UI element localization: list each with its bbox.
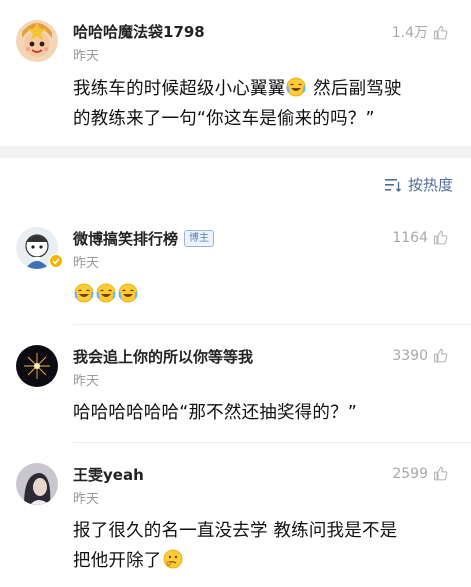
thumb-up-icon — [433, 348, 448, 363]
avatar[interactable] — [16, 345, 58, 387]
like-button[interactable]: 2599 — [392, 465, 449, 482]
comment-text — [73, 280, 453, 310]
like-count: 3390 — [392, 347, 428, 364]
timestamp: 昨天 — [73, 374, 100, 389]
timestamp: 昨天 — [73, 492, 100, 507]
like-count: 1.4万 — [391, 25, 428, 41]
comment-text: 报了很久的名一直没去学 教练问我是不是 把他开除了 — [73, 516, 453, 576]
like-button[interactable]: 3390 — [392, 347, 449, 364]
sort-lines-icon — [384, 178, 401, 192]
comment-item: 我会追上你的所以你等等我 昨天 3390 哈哈哈哈哈哈“那不然还抽奖得的？” — [0, 325, 471, 443]
like-count: 2599 — [392, 465, 428, 482]
like-button[interactable]: 1164 — [392, 229, 449, 246]
laugh-cry-emoji-icon — [74, 283, 94, 303]
username-text[interactable]: 哈哈哈魔法袋1798 — [73, 21, 205, 42]
avatar[interactable] — [16, 463, 58, 505]
laugh-cry-emoji-icon — [96, 283, 116, 303]
thumb-up-icon — [433, 466, 448, 481]
laugh-cry-emoji-icon — [118, 283, 138, 303]
timestamp: 昨天 — [73, 256, 100, 271]
verified-badge-icon — [49, 254, 63, 268]
like-count: 1164 — [392, 229, 428, 246]
blogger-badge: 博主 — [184, 230, 215, 247]
thinking-emoji-icon — [163, 549, 182, 569]
sort-bar: 按热度 — [0, 158, 471, 212]
avatar[interactable] — [16, 20, 58, 62]
username[interactable]: 王雯yeah — [73, 464, 144, 485]
comment-item: 微博搞笑排行榜 博主 昨天 1164 — [0, 212, 471, 325]
comment-text: 哈哈哈哈哈哈“那不然还抽奖得的？” — [73, 403, 358, 423]
section-divider — [0, 146, 471, 158]
username-text[interactable]: 王雯yeah — [73, 464, 144, 485]
username[interactable]: 哈哈哈魔法袋1798 — [73, 21, 205, 42]
username-text[interactable]: 我会追上你的所以你等等我 — [73, 346, 253, 367]
sort-by-hot-button[interactable]: 按热度 — [384, 174, 453, 195]
post-text: 我练车的时候超级小心翼翼 然后副驾驶 的教练来了一句“你这车是偷来的吗？” — [73, 74, 453, 134]
thumb-up-icon — [433, 25, 448, 39]
like-button[interactable]: 1.4万 — [392, 22, 449, 42]
comment-text-line2: 把他开除了 — [73, 551, 162, 571]
username[interactable]: 我会追上你的所以你等等我 — [73, 346, 253, 367]
comment-text-line1: 报了很久的名一直没去学 教练问我是不是 — [73, 521, 398, 541]
laugh-cry-emoji-icon — [287, 77, 306, 97]
post-text-line1-tail: 然后副驾驶 — [307, 79, 402, 99]
username-text[interactable]: 微博搞笑排行榜 — [73, 228, 178, 249]
thumb-up-icon — [433, 230, 448, 245]
timestamp: 昨天 — [73, 49, 100, 64]
comment-item: 王雯yeah 昨天 2599 报了很久的名一直没去学 教练问我是不是 把他开除了 — [0, 443, 471, 587]
post-text-line1: 我练车的时候超级小心翼翼 — [73, 79, 286, 99]
original-post: 哈哈哈魔法袋1798 昨天 1.4万 我练车的时候超级小心翼翼 然后副驾驶 的教… — [0, 0, 471, 146]
sort-label: 按热度 — [407, 176, 453, 194]
username[interactable]: 微博搞笑排行榜 博主 — [73, 228, 215, 249]
post-text-line2: 的教练来了一句“你这车是偷来的吗？” — [73, 109, 375, 129]
